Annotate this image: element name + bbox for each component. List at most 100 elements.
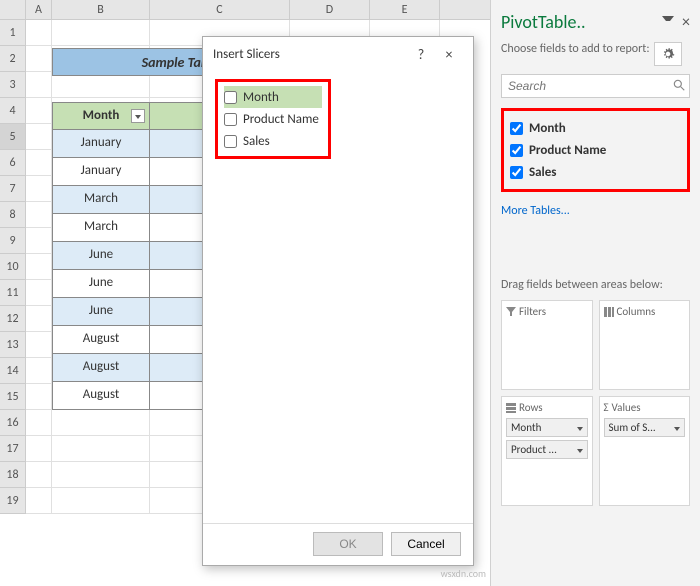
select-all-corner[interactable] (0, 0, 26, 19)
slicer-option-sales[interactable]: Sales (224, 130, 322, 152)
row-header-9[interactable]: 9 (0, 228, 26, 254)
slicer-checkbox-month[interactable] (224, 91, 237, 104)
cell[interactable] (26, 46, 52, 72)
table-header-month[interactable]: Month (52, 102, 150, 130)
row-header-11[interactable]: 11 (0, 280, 26, 306)
values-zone[interactable]: ΣValues Sum of S... (599, 396, 691, 506)
cell[interactable] (52, 462, 150, 488)
cell[interactable] (26, 358, 52, 384)
cell-month[interactable]: January (52, 158, 150, 186)
field-checkbox-product-name[interactable] (510, 144, 523, 157)
row-header-15[interactable]: 15 (0, 384, 26, 410)
cell[interactable] (26, 306, 52, 332)
cell-month[interactable]: March (52, 186, 150, 214)
column-headers: A B C D E (0, 0, 490, 20)
col-header-B[interactable]: B (52, 0, 150, 19)
cell-month[interactable]: June (52, 242, 150, 270)
dialog-titlebar[interactable]: Insert Slicers ? × (203, 37, 473, 71)
columns-zone[interactable]: Columns (599, 300, 691, 390)
cell[interactable] (52, 436, 150, 462)
cell[interactable] (26, 436, 52, 462)
col-header-C[interactable]: C (150, 0, 290, 19)
row-header-17[interactable]: 17 (0, 436, 26, 462)
slicer-option-product-name[interactable]: Product Name (224, 108, 322, 130)
cell[interactable] (26, 202, 52, 228)
row-header-18[interactable]: 18 (0, 462, 26, 488)
row-header-2[interactable]: 2 (0, 46, 26, 72)
cell-month[interactable]: January (52, 130, 150, 158)
field-label: Product Name (529, 143, 606, 158)
field-checkbox-sales[interactable] (510, 166, 523, 179)
cell[interactable] (26, 254, 52, 280)
col-header-A[interactable]: A (26, 0, 52, 19)
cell[interactable] (52, 20, 150, 46)
ok-button[interactable]: OK (313, 532, 383, 556)
row-header-14[interactable]: 14 (0, 358, 26, 384)
value-chip-sum-sales[interactable]: Sum of S... (604, 418, 686, 437)
filter-dropdown-icon[interactable] (131, 109, 145, 123)
field-checkbox-month[interactable] (510, 122, 523, 135)
row-header-13[interactable]: 13 (0, 332, 26, 358)
cell[interactable] (26, 72, 52, 98)
row-header-8[interactable]: 8 (0, 202, 26, 228)
cell-month[interactable]: March (52, 214, 150, 242)
row-header-6[interactable]: 6 (0, 150, 26, 176)
field-product-name[interactable]: Product Name (510, 139, 681, 161)
row-header-3[interactable]: 3 (0, 72, 26, 98)
more-tables-link[interactable]: More Tables... (501, 204, 690, 218)
row-header-4[interactable]: 4 (0, 98, 26, 124)
slicer-option-month[interactable]: Month (224, 86, 322, 108)
cell[interactable] (26, 410, 52, 436)
cell-month[interactable]: June (52, 270, 150, 298)
insert-slicers-dialog: Insert Slicers ? × Month Product Name Sa… (202, 36, 474, 566)
cell-month[interactable]: August (52, 326, 150, 354)
cell[interactable] (26, 462, 52, 488)
row-chip-month[interactable]: Month (506, 418, 588, 437)
field-month[interactable]: Month (510, 117, 681, 139)
cell[interactable] (26, 280, 52, 306)
dialog-help-button[interactable]: ? (407, 46, 435, 63)
chip-label: Product ... (511, 443, 557, 456)
cell[interactable] (26, 332, 52, 358)
chip-label: Sum of S... (609, 421, 656, 434)
cell[interactable] (52, 410, 150, 436)
row-header-16[interactable]: 16 (0, 410, 26, 436)
cell[interactable] (26, 98, 52, 124)
slicer-checkbox-sales[interactable] (224, 135, 237, 148)
row-header-19[interactable]: 19 (0, 488, 26, 514)
cell[interactable] (26, 384, 52, 410)
row-header-1[interactable]: 1 (0, 20, 26, 46)
field-list-highlight: Month Product Name Sales (501, 108, 690, 192)
col-header-D[interactable]: D (290, 0, 370, 19)
row-header-5[interactable]: 5 (0, 124, 26, 150)
rows-zone[interactable]: Rows Month Product ... (501, 396, 593, 506)
pane-menu-dropdown-icon[interactable] (662, 16, 674, 28)
cell-month[interactable]: June (52, 298, 150, 326)
chevron-down-icon[interactable] (577, 421, 583, 434)
cell-month[interactable]: August (52, 382, 150, 410)
pane-options-button[interactable] (654, 42, 682, 66)
field-sales[interactable]: Sales (510, 161, 681, 183)
slicer-checkbox-product-name[interactable] (224, 113, 237, 126)
cell[interactable] (26, 20, 52, 46)
cell[interactable] (26, 176, 52, 202)
row-header-7[interactable]: 7 (0, 176, 26, 202)
row-chip-product[interactable]: Product ... (506, 440, 588, 459)
chip-label: Month (511, 421, 541, 434)
col-header-E[interactable]: E (370, 0, 440, 19)
row-header-10[interactable]: 10 (0, 254, 26, 280)
chevron-down-icon[interactable] (674, 421, 680, 434)
cell[interactable] (52, 488, 150, 514)
cell[interactable] (26, 488, 52, 514)
cell[interactable] (26, 228, 52, 254)
cell[interactable] (26, 124, 52, 150)
chevron-down-icon[interactable] (577, 443, 583, 456)
row-header-12[interactable]: 12 (0, 306, 26, 332)
pane-close-button[interactable]: × (682, 13, 690, 32)
cell[interactable] (26, 150, 52, 176)
cancel-button[interactable]: Cancel (391, 532, 461, 556)
cell-month[interactable]: August (52, 354, 150, 382)
dialog-close-button[interactable]: × (435, 46, 463, 63)
filters-zone[interactable]: Filters (501, 300, 593, 390)
field-search-input[interactable] (501, 74, 690, 98)
